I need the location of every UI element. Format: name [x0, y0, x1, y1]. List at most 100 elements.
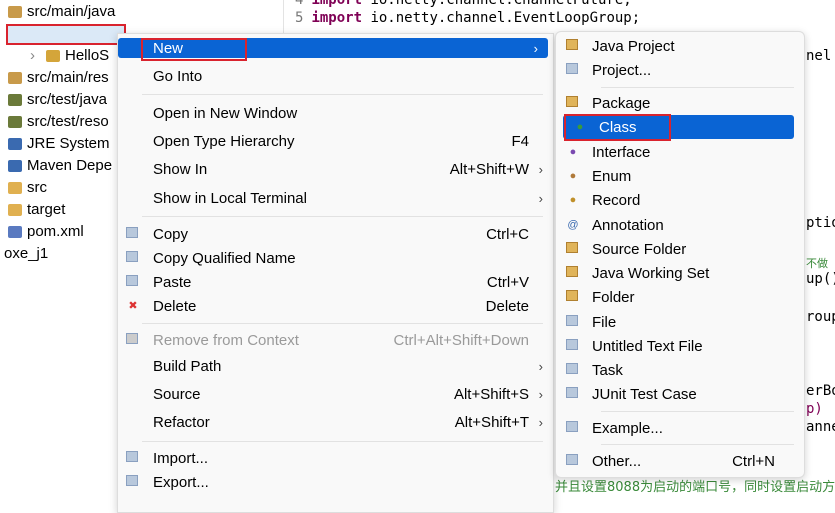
menu-item-label: File: [592, 313, 617, 331]
menu-item-java-project[interactable]: Java Project: [556, 34, 804, 58]
menu-item-label: Other...: [592, 452, 642, 470]
source-folder-icon: [8, 116, 22, 128]
menu-item-junit-test-case[interactable]: JUnit Test Case: [556, 382, 804, 406]
context-menu: New › Go Into Open in New Window Open Type H…: [117, 33, 554, 513]
other-wizard-icon: [566, 454, 578, 465]
tree-item-jre-system[interactable]: JRE System: [8, 133, 110, 155]
menu-separator: [142, 94, 543, 95]
menu-item-open-in-new-window[interactable]: Open in New Window: [118, 101, 553, 125]
menu-item-label: Annotation: [592, 216, 664, 234]
menu-item-go-into[interactable]: Go Into: [118, 64, 553, 88]
menu-item-refactor[interactable]: Refactor Alt+Shift+T ›: [118, 410, 553, 434]
tree-item-hellos[interactable]: › HelloS: [30, 45, 109, 67]
menu-item-enum[interactable]: ● Enum: [556, 164, 804, 188]
shortcut-label: Ctrl+V: [486, 273, 529, 291]
tree-item-label: target: [27, 201, 66, 218]
code-comment: 并且设置8088为启动的端口号，同时设置启动方式: [555, 480, 835, 495]
import-icon: [126, 451, 138, 462]
chevron-right-icon[interactable]: ›: [30, 45, 35, 67]
menu-item-delete[interactable]: ✖ Delete Delete: [118, 294, 553, 318]
code-line: 5 import io.netty.channel.EventLoopGroup;: [295, 10, 640, 26]
menu-item-copy-qualified-name[interactable]: Copy Qualified Name: [118, 246, 553, 270]
java-file-icon: [46, 50, 60, 62]
menu-item-import[interactable]: Import...: [118, 446, 553, 470]
code-text: io.netty.channel.EventLoopGroup;: [362, 10, 641, 26]
menu-item-package[interactable]: Package: [556, 91, 804, 115]
menu-item-label: Copy Qualified Name: [153, 249, 296, 267]
task-icon: [566, 363, 578, 374]
menu-item-label: Show in Local Terminal: [153, 189, 307, 207]
menu-item-other[interactable]: Other... Ctrl+N: [556, 449, 804, 473]
shortcut-label: Alt+Shift+T: [454, 413, 529, 431]
tree-item-pom-xml[interactable]: pom.xml: [8, 221, 84, 243]
annotation-icon: @: [567, 218, 579, 231]
annotation-box-class: [564, 114, 671, 141]
tree-item-target[interactable]: target: [8, 199, 65, 221]
chevron-right-icon: ›: [538, 386, 543, 402]
paste-icon: [126, 275, 138, 286]
tree-item-label: pom.xml: [27, 223, 84, 240]
menu-item-export[interactable]: Export...: [118, 470, 553, 494]
interface-icon: ●: [569, 145, 577, 158]
menu-item-label: Folder: [592, 288, 635, 306]
menu-item-show-in-local-terminal[interactable]: Show in Local Terminal ›: [118, 186, 553, 210]
tree-item-src-test-java[interactable]: src/test/java: [8, 89, 107, 111]
package-icon: [566, 96, 578, 107]
menu-item-build-path[interactable]: Build Path ›: [118, 354, 553, 378]
enum-icon: ●: [569, 169, 577, 182]
tree-item-src-test-reso[interactable]: src/test/reso: [8, 111, 109, 133]
menu-item-record[interactable]: ● Record: [556, 188, 804, 212]
menu-item-label: Import...: [153, 449, 209, 467]
chevron-right-icon: ›: [533, 40, 538, 56]
chevron-right-icon: ›: [538, 358, 543, 374]
menu-item-source[interactable]: Source Alt+Shift+S ›: [118, 382, 553, 406]
menu-item-label: Record: [592, 191, 641, 209]
menu-item-label: Interface: [592, 143, 651, 161]
menu-item-paste[interactable]: Paste Ctrl+V: [118, 270, 553, 294]
menu-item-remove-from-context[interactable]: Remove from Context Ctrl+Alt+Shift+Down: [118, 328, 553, 352]
tree-item-src-main-res[interactable]: src/main/res: [8, 67, 109, 89]
tree-item-src[interactable]: src: [8, 177, 47, 199]
code-fragment: p): [806, 401, 823, 417]
shortcut-label: Ctrl+C: [486, 225, 529, 243]
menu-item-label: Refactor: [153, 413, 210, 431]
menu-item-label: Package: [592, 94, 651, 112]
chevron-right-icon: ›: [538, 190, 543, 206]
project-wizard-icon: [566, 63, 578, 74]
tree-item-src-main-java[interactable]: src/main/java: [8, 1, 115, 23]
menu-item-label: Enum: [592, 167, 632, 185]
code-line: 4 import io.netty.channel.ChannelFuture;: [295, 0, 632, 8]
text-file-icon: [566, 339, 578, 350]
file-icon: [566, 315, 578, 326]
code-fragment: roup: [806, 309, 835, 325]
menu-item-annotation[interactable]: @ Annotation: [556, 213, 804, 237]
menu-item-label: Untitled Text File: [592, 337, 703, 355]
folder-icon: [566, 290, 578, 301]
menu-item-show-in[interactable]: Show In Alt+Shift+W ›: [118, 157, 553, 181]
tree-item-oxe-j1[interactable]: oxe_j1: [4, 243, 48, 265]
menu-item-untitled-text-file[interactable]: Untitled Text File: [556, 334, 804, 358]
menu-item-file[interactable]: File: [556, 310, 804, 334]
menu-item-label: Java Working Set: [592, 264, 710, 282]
menu-item-project[interactable]: Project...: [556, 58, 804, 82]
tree-item-label: src/test/reso: [27, 113, 109, 130]
menu-item-label: Paste: [153, 273, 192, 291]
source-folder-icon: [8, 6, 22, 18]
shortcut-label: Alt+Shift+S: [453, 385, 529, 403]
menu-item-label: Java Project: [592, 37, 675, 55]
working-set-icon: [566, 266, 578, 277]
menu-item-label: Go Into: [153, 67, 203, 85]
menu-item-source-folder[interactable]: Source Folder: [556, 237, 804, 261]
copy-icon: [126, 227, 138, 238]
menu-item-task[interactable]: Task: [556, 358, 804, 382]
source-folder-icon: [8, 72, 22, 84]
menu-item-open-type-hierarchy[interactable]: Open Type Hierarchy F4: [118, 129, 553, 153]
shortcut-label: F4: [511, 132, 529, 150]
menu-item-interface[interactable]: ● Interface: [556, 140, 804, 164]
menu-item-example[interactable]: Example...: [556, 416, 804, 440]
menu-item-copy[interactable]: Copy Ctrl+C: [118, 222, 553, 246]
delete-icon: ✖: [128, 300, 138, 312]
menu-item-folder[interactable]: Folder: [556, 285, 804, 309]
tree-item-maven-depe[interactable]: Maven Depe: [8, 155, 112, 177]
menu-item-java-working-set[interactable]: Java Working Set: [556, 261, 804, 285]
